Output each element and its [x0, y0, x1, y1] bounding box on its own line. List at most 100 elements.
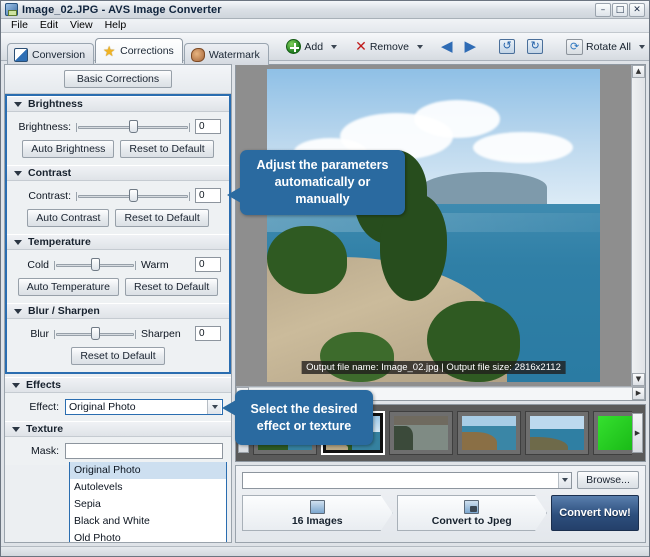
output-file-info: Output file name: Image_02.jpg | Output …	[301, 361, 566, 374]
convert-format-step[interactable]: Convert to Jpeg	[397, 495, 548, 531]
contrast-value-input[interactable]: 0	[195, 188, 221, 203]
thumbnail-item[interactable]	[389, 411, 453, 455]
tab-conversion[interactable]: Conversion	[7, 43, 95, 65]
section-header-temperature[interactable]: Temperature	[7, 234, 229, 250]
slider-tick-left	[76, 191, 77, 201]
preview-vertical-scrollbar[interactable]: ▲ ▼	[631, 65, 645, 386]
section-header-texture[interactable]: Texture	[5, 421, 231, 437]
section-header-blur-sharpen[interactable]: Blur / Sharpen	[7, 303, 229, 319]
thumbnail-item[interactable]	[525, 411, 589, 455]
brightness-reset-button[interactable]: Reset to Default	[120, 140, 214, 158]
mask-field[interactable]	[65, 443, 223, 459]
convert-to-label: Convert to Jpeg	[431, 514, 512, 527]
tab-watermark[interactable]: Watermark	[183, 43, 269, 65]
dropdown-option-black-and-white[interactable]: Black and White	[70, 513, 226, 530]
effect-combobox[interactable]: Original Photo	[65, 399, 223, 415]
mask-label: Mask:	[30, 445, 59, 457]
dropdown-option-sepia[interactable]: Sepia	[70, 496, 226, 513]
section-title-temperature: Temperature	[28, 236, 91, 248]
thumbnail-item[interactable]	[593, 411, 632, 455]
temperature-value-input[interactable]: 0	[195, 257, 221, 272]
maximize-button[interactable]: □	[612, 2, 628, 17]
contrast-reset-button[interactable]: Reset to Default	[115, 209, 209, 227]
slider-thumb[interactable]	[90, 257, 100, 271]
rotate-all-button[interactable]: ⟳ Rotate All	[561, 37, 637, 57]
blur-sharpen-buttons: Reset to Default	[15, 347, 221, 365]
highlighted-adjustments-group: Brightness Brightness: 0 Auto Brightness…	[5, 94, 231, 374]
slider-thumb[interactable]	[128, 188, 138, 202]
section-body-contrast: Contrast: 0 Auto Contrast Reset to Defau…	[7, 181, 229, 234]
minimize-button[interactable]: –	[595, 2, 611, 17]
section-header-contrast[interactable]: Contrast	[7, 165, 229, 181]
rotate-all-caret-icon[interactable]	[639, 44, 645, 49]
scroll-right-button[interactable]: ▶	[632, 387, 645, 400]
tab-corrections[interactable]: ★ Corrections	[95, 38, 183, 63]
menu-file[interactable]: File	[5, 19, 34, 32]
slider-thumb[interactable]	[128, 119, 138, 133]
menu-view[interactable]: View	[64, 19, 99, 32]
remove-dropdown-caret-icon[interactable]	[416, 44, 423, 49]
slider-thumb[interactable]	[90, 326, 100, 340]
scroll-down-button[interactable]: ▼	[632, 373, 645, 386]
auto-brightness-button[interactable]: Auto Brightness	[22, 140, 115, 158]
browse-button[interactable]: Browse...	[577, 471, 639, 489]
dropdown-option-original-photo[interactable]: Original Photo	[70, 462, 226, 479]
toolbar-row: Conversion ★ Corrections Watermark Add ✕…	[1, 33, 649, 65]
effect-dropdown-list[interactable]: Original Photo Autolevels Sepia Black an…	[69, 462, 227, 542]
section-header-effects[interactable]: Effects	[5, 377, 231, 393]
rotate-left-button[interactable]: ↺	[494, 37, 520, 57]
contrast-slider[interactable]	[76, 188, 190, 202]
section-header-brightness[interactable]: Brightness	[7, 96, 229, 112]
red-x-icon: ✕	[355, 38, 367, 55]
blur-sharpen-slider[interactable]	[54, 326, 136, 340]
remove-button[interactable]: ✕ Remove	[350, 37, 415, 57]
thumbnail-image	[530, 416, 584, 450]
chevron-down-icon[interactable]	[207, 400, 221, 414]
next-image-button[interactable]: ▶	[460, 37, 482, 57]
blur-sharpen-value-input[interactable]: 0	[195, 326, 221, 341]
blur-sharpen-reset-button[interactable]: Reset to Default	[71, 347, 165, 365]
thumbnail-image	[394, 416, 448, 450]
contrast-buttons: Auto Contrast Reset to Default	[15, 209, 221, 227]
collapse-triangle-icon	[14, 240, 22, 245]
mask-field-row: Mask:	[5, 437, 231, 465]
slider-tick-right	[189, 122, 190, 132]
main-body: Basic Corrections Brightness Brightness:	[1, 61, 649, 546]
sharpen-label: Sharpen	[141, 327, 181, 340]
images-stack-icon	[310, 500, 325, 514]
images-count-step[interactable]: 16 Images	[242, 495, 393, 531]
scroll-up-button[interactable]: ▲	[632, 65, 645, 78]
convert-now-button[interactable]: Convert Now!	[551, 495, 639, 531]
thumbnails-next-button[interactable]: ▶	[632, 413, 643, 453]
auto-contrast-button[interactable]: Auto Contrast	[27, 209, 110, 227]
output-path-combobox[interactable]	[242, 471, 572, 489]
temperature-reset-button[interactable]: Reset to Default	[124, 278, 219, 296]
dropdown-option-old-photo[interactable]: Old Photo	[70, 530, 226, 542]
brightness-slider[interactable]	[76, 119, 190, 133]
basic-corrections-button[interactable]: Basic Corrections	[64, 70, 172, 88]
collapse-triangle-icon	[14, 171, 22, 176]
add-button[interactable]: Add	[281, 37, 329, 57]
previous-image-button[interactable]: ◀	[436, 37, 458, 57]
tab-conversion-label: Conversion	[32, 48, 86, 61]
brightness-value-input[interactable]: 0	[195, 119, 221, 134]
chevron-down-icon[interactable]	[558, 472, 571, 488]
temperature-cold-label: Cold	[27, 258, 49, 271]
rotate-right-button[interactable]: ↻	[522, 37, 548, 57]
menu-help[interactable]: Help	[99, 19, 133, 32]
tab-corrections-label: Corrections	[120, 45, 174, 57]
section-title-blur-sharpen: Blur / Sharpen	[28, 305, 100, 317]
rotate-left-icon: ↺	[499, 39, 516, 54]
close-button[interactable]: ✕	[629, 2, 645, 17]
contrast-slider-row: Contrast: 0	[15, 188, 221, 203]
temperature-slider[interactable]	[54, 257, 136, 271]
collapse-triangle-icon	[14, 102, 22, 107]
menu-edit[interactable]: Edit	[34, 19, 64, 32]
preview-inner: Output file name: Image_02.jpg | Output …	[236, 65, 645, 386]
preview-pane: Output file name: Image_02.jpg | Output …	[235, 64, 646, 401]
dropdown-option-autolevels[interactable]: Autolevels	[70, 479, 226, 496]
add-dropdown-caret-icon[interactable]	[331, 44, 338, 49]
auto-temperature-button[interactable]: Auto Temperature	[17, 278, 119, 296]
thumbnail-image	[598, 416, 632, 450]
thumbnail-item[interactable]	[457, 411, 521, 455]
